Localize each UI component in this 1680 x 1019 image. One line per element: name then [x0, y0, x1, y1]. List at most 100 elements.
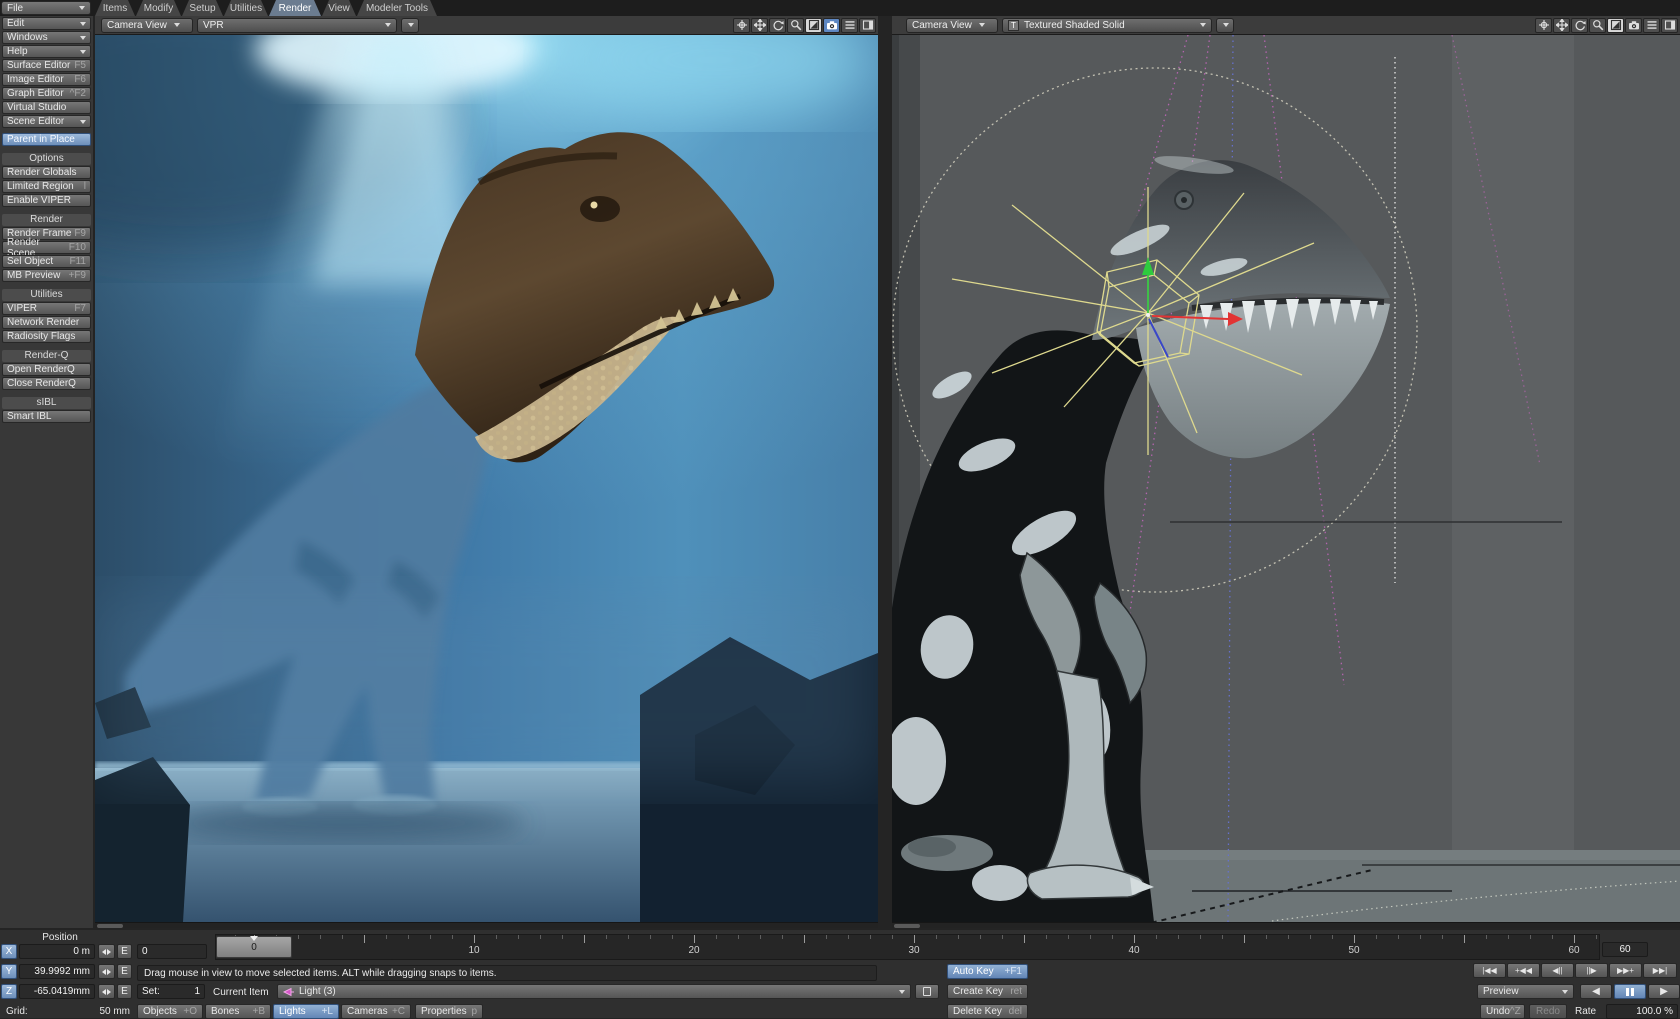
file-menu[interactable]: File — [1, 1, 91, 15]
envelope-x-button[interactable]: E — [117, 944, 132, 959]
sidebar-menu-windows[interactable]: Windows — [2, 31, 91, 44]
play-forward-button[interactable]: ▶ — [1648, 984, 1680, 999]
surface-editor-button[interactable]: Surface EditorF5 — [2, 59, 91, 72]
create-key-button[interactable]: Create Keyret — [947, 984, 1028, 999]
view-type-dropdown-right[interactable]: Camera View — [906, 18, 998, 33]
play-reverse-button[interactable]: ◀ — [1580, 984, 1612, 999]
view-type-dropdown-left[interactable]: Camera View — [101, 18, 193, 33]
previous-keyframe-button[interactable]: +◀◀ — [1507, 963, 1540, 978]
redo-button[interactable]: Redo — [1529, 1004, 1567, 1019]
objects-mode-button[interactable]: Objects+O — [137, 1004, 203, 1019]
render-scene-button[interactable]: Render SceneF10 — [2, 241, 91, 254]
mb-preview-button[interactable]: MB Preview+F9 — [2, 269, 91, 282]
chevron-down-icon — [1223, 23, 1229, 27]
tab-items[interactable]: Items — [95, 0, 135, 16]
tab-modeler-tools[interactable]: Modeler Tools — [357, 0, 437, 16]
viewport-options-dropdown-right[interactable] — [1216, 18, 1234, 33]
timeline-slider-knob[interactable]: 0 — [216, 936, 292, 958]
axis-y-button[interactable]: Y — [1, 964, 17, 979]
list-icon[interactable] — [1643, 18, 1660, 33]
camera-icon[interactable] — [823, 18, 840, 33]
envelope-y-button[interactable]: E — [117, 964, 132, 979]
tab-render[interactable]: Render — [269, 0, 321, 16]
undo-button[interactable]: Undo^Z — [1480, 1004, 1525, 1019]
bones-mode-button[interactable]: Bones+B — [205, 1004, 271, 1019]
axis-z-button[interactable]: Z — [1, 984, 17, 999]
step-forward-button[interactable]: ||▶ — [1575, 963, 1608, 978]
properties-button[interactable]: Propertiesp — [415, 1004, 483, 1019]
tab-utilities[interactable]: Utilities — [224, 0, 268, 16]
magnify-icon[interactable] — [787, 18, 804, 33]
chevron-down-icon — [1562, 990, 1568, 994]
first-frame-field[interactable]: 0 — [137, 944, 207, 959]
position-y-field[interactable]: 39.9992 mm — [19, 964, 95, 979]
current-item-dropdown[interactable]: Light (3) — [277, 984, 911, 999]
rotate-icon[interactable] — [769, 18, 786, 33]
list-icon[interactable] — [841, 18, 858, 33]
layout-icon[interactable] — [1661, 18, 1678, 33]
magnify-icon[interactable] — [1589, 18, 1606, 33]
stepper-icon[interactable] — [98, 964, 115, 979]
close-renderq-button[interactable]: Close RenderQ — [2, 377, 91, 390]
rotate-icon[interactable] — [1571, 18, 1588, 33]
rate-field[interactable]: 100.0 % — [1606, 1004, 1678, 1019]
enable-viper-button[interactable]: Enable VIPER — [2, 194, 91, 207]
network-render-button[interactable]: Network Render — [2, 316, 91, 329]
open-renderq-button[interactable]: Open RenderQ — [2, 363, 91, 376]
stepper-icon[interactable] — [98, 944, 115, 959]
maximize-icon[interactable] — [805, 18, 822, 33]
envelope-z-button[interactable]: E — [117, 984, 132, 999]
go-to-start-button[interactable]: |◀◀ — [1473, 963, 1506, 978]
scene-editor-button[interactable]: Scene Editor — [2, 115, 91, 128]
auto-key-button[interactable]: Auto Key+F1 — [947, 964, 1028, 979]
stepper-icon[interactable] — [98, 984, 115, 999]
timeline-ruler[interactable]: 10 20 30 40 50 60 0 — [215, 934, 1600, 960]
pan-icon[interactable] — [1553, 18, 1570, 33]
move-icon[interactable] — [1535, 18, 1552, 33]
next-keyframe-button[interactable]: ▶▶+ — [1609, 963, 1642, 978]
sidebar-menu-edit[interactable]: Edit — [2, 17, 91, 30]
smart-ibl-button[interactable]: Smart IBL — [2, 410, 91, 423]
viewport-left-scrollbar[interactable] — [95, 922, 878, 928]
item-properties-icon[interactable] — [915, 984, 939, 999]
render-mode-dropdown-left[interactable]: VPR — [197, 18, 397, 33]
tab-view[interactable]: View — [322, 0, 356, 16]
render-mode-dropdown-right[interactable]: T Textured Shaded Solid — [1002, 18, 1212, 33]
step-back-button[interactable]: ◀|| — [1541, 963, 1574, 978]
render-globals-button[interactable]: Render Globals — [2, 166, 91, 179]
position-z-field[interactable]: -65.0419mm — [19, 984, 95, 999]
vpr-render-view[interactable] — [95, 35, 878, 922]
axis-x-button[interactable]: X — [1, 944, 17, 959]
pause-button[interactable] — [1614, 984, 1646, 999]
go-to-end-button[interactable]: ▶▶| — [1643, 963, 1677, 978]
radiosity-flags-button[interactable]: Radiosity Flags — [2, 330, 91, 343]
chevron-down-icon — [80, 36, 86, 40]
tab-setup[interactable]: Setup — [182, 0, 223, 16]
last-frame-field[interactable]: 60 — [1602, 942, 1648, 957]
scrollbar-handle[interactable] — [894, 924, 920, 928]
rate-label: Rate — [1575, 1006, 1596, 1017]
maximize-icon[interactable] — [1607, 18, 1624, 33]
viewport-right-scrollbar[interactable] — [892, 922, 1680, 928]
image-editor-button[interactable]: Image EditorF6 — [2, 73, 91, 86]
layout-icon[interactable] — [859, 18, 876, 33]
lights-mode-button[interactable]: Lights+L — [273, 1004, 339, 1019]
pan-icon[interactable] — [751, 18, 768, 33]
limited-region-button[interactable]: Limited Regionl — [2, 180, 91, 193]
camera-icon[interactable] — [1625, 18, 1642, 33]
viper-button[interactable]: VIPERF7 — [2, 302, 91, 315]
virtual-studio-button[interactable]: Virtual Studio — [2, 101, 91, 114]
position-x-field[interactable]: 0 m — [19, 944, 95, 959]
parent-in-place-button[interactable]: Parent in Place — [2, 133, 91, 146]
move-icon[interactable] — [733, 18, 750, 33]
tab-modify[interactable]: Modify — [136, 0, 181, 16]
sel-object-button[interactable]: Sel ObjectF11 — [2, 255, 91, 268]
scrollbar-handle[interactable] — [97, 924, 123, 928]
shaded-model-view[interactable] — [892, 35, 1680, 922]
preview-dropdown[interactable]: Preview — [1477, 984, 1574, 999]
sidebar-menu-help[interactable]: Help — [2, 45, 91, 58]
graph-editor-button[interactable]: Graph Editor^F2 — [2, 87, 91, 100]
delete-key-button[interactable]: Delete Keydel — [947, 1004, 1028, 1019]
viewport-options-dropdown-left[interactable] — [401, 18, 419, 33]
cameras-mode-button[interactable]: Cameras+C — [341, 1004, 411, 1019]
